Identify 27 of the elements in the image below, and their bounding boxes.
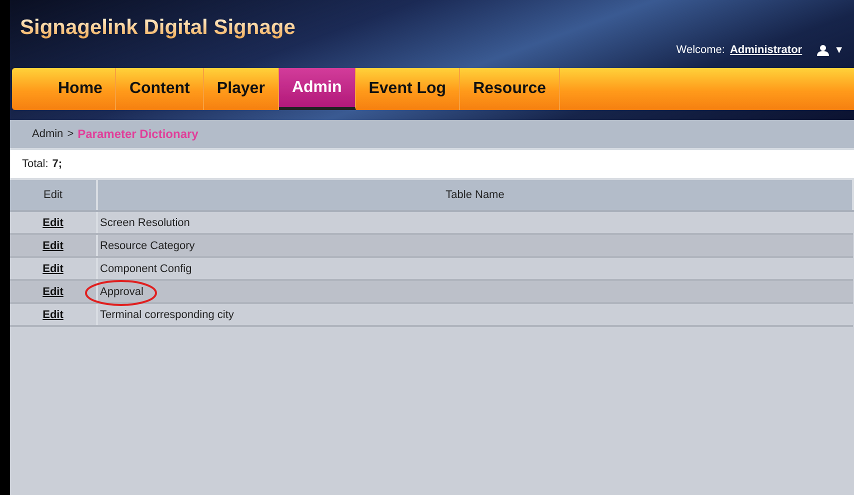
total-label: Total: — [22, 158, 48, 170]
nav-tab[interactable]: Event Log — [356, 68, 460, 110]
user-link[interactable]: Administrator — [730, 44, 802, 56]
table-name-cell: Resource Category — [100, 240, 195, 252]
caret-icon[interactable]: ▼ — [834, 44, 844, 56]
total-count: 7; — [52, 158, 62, 170]
table-name-cell: Approval — [100, 286, 144, 298]
app-title: Signagelink Digital Signage — [20, 16, 296, 40]
breadcrumb-current: Parameter Dictionary — [78, 127, 198, 141]
table-name-cell: Terminal corresponding city — [100, 308, 234, 320]
nav-tab[interactable]: Content — [116, 68, 204, 110]
column-header: Table Name — [97, 180, 853, 211]
nav-tab[interactable]: Resource — [460, 68, 560, 110]
column-header: Edit — [10, 180, 97, 211]
table-name-cell: Component Config — [100, 262, 192, 274]
welcome-label: Welcome: — [676, 44, 725, 56]
edit-link[interactable]: Edit — [42, 216, 64, 228]
breadcrumb-link[interactable]: Admin — [32, 128, 64, 140]
nav-tab[interactable]: Home — [45, 68, 116, 110]
edit-link[interactable]: Edit — [42, 262, 64, 274]
user-icon[interactable] — [817, 44, 830, 56]
edit-link[interactable]: Edit — [42, 308, 64, 320]
edit-link[interactable]: Edit — [42, 240, 64, 252]
table-name-cell: Screen Resolution — [100, 216, 190, 228]
nav-tab[interactable]: Admin — [278, 68, 356, 110]
edit-link[interactable]: Edit — [42, 286, 64, 298]
breadcrumb-separator: > — [67, 128, 74, 140]
